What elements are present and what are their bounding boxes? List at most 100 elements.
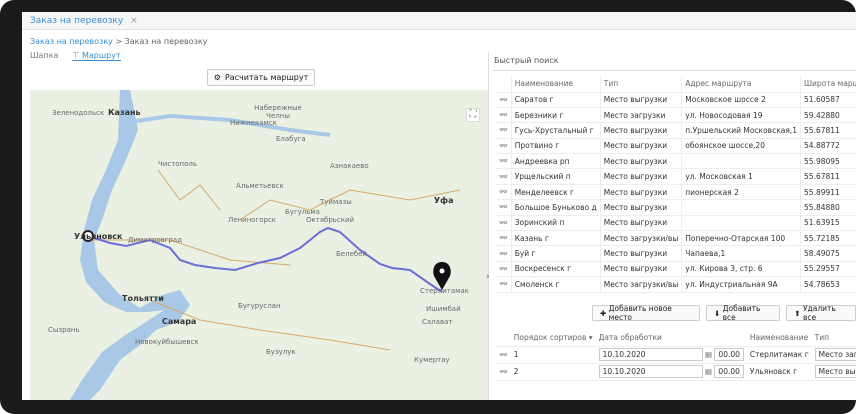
table-row[interactable]: 👓 Протвино г Место выгрузки обоянское шоссе… (496, 138, 856, 155)
place-address: ул. Кирова 3, стр. 6 (681, 261, 802, 278)
place-latitude: 55.67811 (800, 122, 856, 139)
binoculars-icon[interactable]: 👓 (496, 261, 512, 278)
binoculars-icon[interactable]: 👓 (496, 122, 512, 139)
col-route-name[interactable]: Наименование (746, 330, 812, 347)
place-latitude: 51.60587 (800, 92, 856, 108)
binoculars-icon[interactable]: 👓 (496, 199, 512, 216)
place-latitude: 55.29557 (800, 261, 856, 278)
map-label: Ишимбай (426, 305, 461, 313)
places-actions: ✚ Добавить новое место ⬇ Добавить все ⬆ … (496, 304, 856, 322)
add-all-button[interactable]: ⬇ Добавить все (705, 304, 781, 322)
binoculars-icon[interactable]: 👓 (496, 138, 512, 155)
table-row[interactable]: 👓 1 10.10.2020 ▦ 00.00 Стерлитамак г Место з… (496, 346, 856, 364)
place-type: Место выгрузки (600, 92, 683, 108)
col-name[interactable]: Наименование (511, 76, 601, 93)
table-row[interactable]: 👓 Смоленск г Место загрузки/вы ул. Индустри… (496, 276, 856, 293)
map-label: Набережные Челны (254, 104, 302, 120)
table-row[interactable]: 👓 Гусь-Хрустальный г Место выгрузки п.Уршел… (496, 122, 856, 139)
window-tab[interactable]: Заказ на перевозку × (22, 12, 856, 30)
binoculars-icon[interactable]: 👓 (496, 346, 511, 364)
place-latitude: 55.84880 (800, 199, 856, 216)
calendar-icon[interactable]: ▦ (703, 367, 715, 376)
binoculars-icon[interactable]: 👓 (496, 245, 512, 262)
binoculars-icon[interactable]: 👓 (496, 168, 512, 185)
col-sort-order-label: Порядок сортиров (513, 333, 587, 343)
quick-search-underline (492, 70, 856, 71)
map-label: Кумертау (414, 356, 450, 364)
place-type: Место выгрузки (600, 122, 683, 139)
road (157, 169, 221, 211)
place-type: Место выгрузки (600, 138, 683, 155)
place-name: Андреевка рп (511, 153, 601, 170)
destination-marker[interactable] (433, 262, 451, 290)
tab-route[interactable]: ⊤ Маршрут (72, 51, 121, 61)
col-latitude[interactable]: Широта маршру (800, 76, 856, 93)
place-name: Протвино г (511, 138, 601, 155)
table-row[interactable]: 👓 Андреевка рп Место выгрузки 55.98095 (496, 153, 856, 170)
remove-all-button[interactable]: ⬆ Удалить все (786, 304, 856, 322)
place-type: Место выгрузки (600, 168, 683, 185)
table-row[interactable]: 👓 Воскресенск г Место выгрузки ул. Кирова 3… (496, 261, 856, 278)
col-route-type[interactable]: Тип (811, 330, 856, 347)
tab-header[interactable]: Шапка (30, 51, 58, 61)
tab-close-icon[interactable]: × (130, 16, 138, 26)
binoculars-icon[interactable]: 👓 (496, 230, 512, 247)
arrow-down-icon: ⬇ (713, 308, 723, 318)
place-type: Место выгрузки (600, 184, 683, 201)
time-field[interactable]: 00.00 (714, 365, 744, 378)
col-sort-order[interactable]: Порядок сортиров ▾ (510, 330, 596, 347)
col-type[interactable]: Тип (600, 76, 683, 93)
binoculars-icon[interactable]: 👓 (496, 215, 512, 232)
place-name: Саратов г (511, 92, 601, 108)
route-type: Место загрузк (811, 346, 856, 364)
place-address: Поперечно-Отарская 100 (681, 230, 802, 247)
table-row[interactable]: 👓 Березники г Место загрузки ул. Новосодова… (496, 107, 856, 124)
date-field[interactable]: 10.10.2020 (598, 365, 703, 378)
binoculars-icon[interactable]: 👓 (496, 153, 512, 170)
binoculars-icon[interactable]: 👓 (496, 92, 512, 108)
calendar-icon[interactable]: ▦ (703, 350, 715, 359)
route-order: 1 (510, 346, 596, 364)
table-row[interactable]: 👓 Зоринский п Место выгрузки 51.63915 (496, 215, 856, 232)
collapse-arrow-icon[interactable]: › (486, 272, 490, 282)
places-panel: Быстрый поиск Наименование Тип Адрес мар… (492, 52, 856, 400)
time-field[interactable]: 00.00 (714, 348, 744, 361)
binoculars-icon[interactable]: 👓 (496, 276, 512, 293)
binoculars-icon[interactable]: 👓 (496, 184, 512, 201)
place-name: Гусь-Хрустальный г (511, 122, 601, 139)
table-row[interactable]: 👓 Казань г Место загрузки/вы Поперечно-Отар… (496, 230, 856, 247)
map-label: Альметьевск (236, 182, 284, 190)
table-row[interactable]: 👓 Менделеевск г Место выгрузки пионерская 2… (496, 184, 856, 201)
destination-marker-dot (439, 268, 445, 274)
map-label: Белебей (336, 250, 368, 258)
breadcrumb-parent[interactable]: Заказ на перевозку (30, 37, 113, 46)
table-row[interactable]: 👓 Буй г Место выгрузки Чапаева,1 58.49075 (496, 245, 856, 262)
table-row[interactable]: 👓210.10.2020 ▦ 00.00Ульяновск гМесто выг… (496, 363, 856, 381)
calculate-route-button[interactable]: ⚙ Расчитать маршрут (207, 69, 315, 86)
table-row[interactable]: 👓 Большое Буньково д Место выгрузки 55.8488… (496, 199, 856, 216)
place-name: Менделеевск г (511, 184, 601, 201)
table-row[interactable]: 👓 Урщельский п Место выгрузки ул. Московска… (496, 168, 856, 185)
type-field[interactable]: Место выгруз (814, 365, 856, 378)
type-field[interactable]: Место загрузк (814, 348, 856, 361)
plus-icon: ✚ (600, 308, 609, 318)
select-col-header (496, 330, 511, 347)
place-type: Место выгрузки (600, 261, 683, 278)
gear-icon: ⚙ (213, 73, 221, 82)
date-field[interactable]: 10.10.2020 (598, 348, 703, 361)
map-label: Октябрьский (306, 216, 355, 224)
quick-search-label[interactable]: Быстрый поиск (494, 56, 559, 65)
col-address[interactable]: Адрес маршрута (681, 76, 802, 93)
fullscreen-icon[interactable]: ⛶ (466, 108, 480, 122)
breadcrumb: Заказ на перевозку > Заказ на перевозку (30, 37, 207, 46)
map-label: Новокуйбышевск (135, 338, 199, 346)
add-new-place-button[interactable]: ✚ Добавить новое место (592, 304, 700, 322)
place-type: Место выгрузки (600, 199, 683, 216)
binoculars-icon[interactable]: 👓 (496, 363, 511, 381)
place-latitude: 58.49075 (800, 245, 856, 262)
binoculars-icon[interactable]: 👓 (496, 107, 512, 124)
place-address (681, 153, 802, 170)
route-map[interactable]: Зеленодольск Казань Нижнекамск Набережны… (30, 90, 488, 400)
table-row[interactable]: 👓 Саратов г Место выгрузки Московское шоссе… (496, 92, 856, 108)
col-processing-date[interactable]: Дата обработки (595, 330, 747, 347)
